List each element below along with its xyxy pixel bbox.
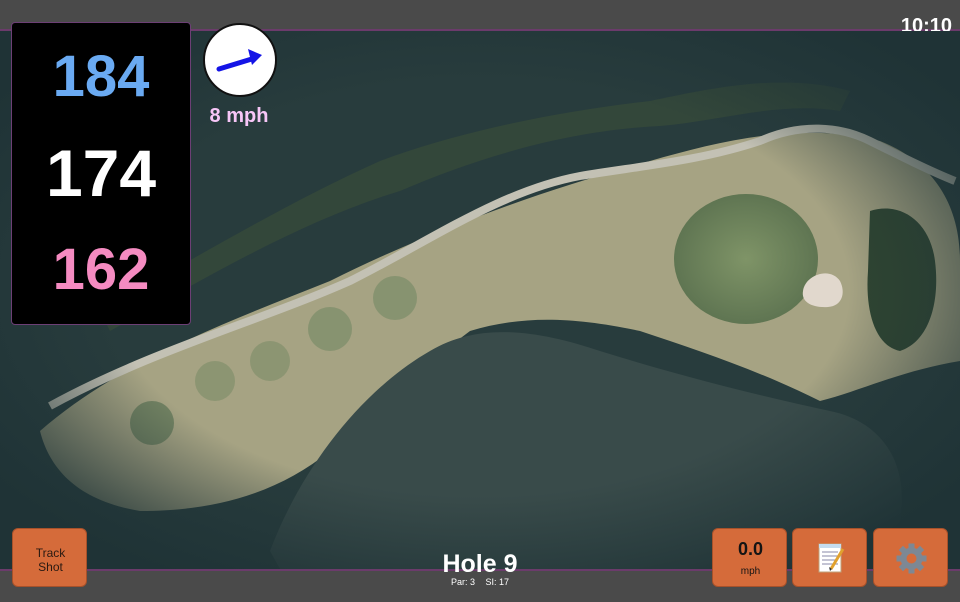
par-label: Par: 3	[450, 577, 475, 587]
track-shot-label-line1: Track	[35, 546, 66, 560]
wind-arrow-icon	[216, 49, 262, 72]
notepad-icon	[818, 543, 845, 573]
gear-icon	[896, 543, 927, 574]
wind-indicator	[203, 23, 277, 97]
track-shot-button[interactable]: Track Shot	[12, 528, 87, 587]
stroke-index-label: SI: 17	[485, 577, 510, 587]
speed-value: 0.0	[737, 539, 764, 559]
front-distance: 162	[52, 237, 150, 302]
hole-info: Par: 3 SI: 17	[400, 577, 560, 587]
track-shot-label-line2: Shot	[38, 560, 63, 574]
speed-unit: mph	[740, 566, 761, 577]
speed-button[interactable]: 0.0 mph	[712, 528, 787, 587]
wind-speed-label: 8 mph	[209, 105, 269, 127]
hole-title: Hole 9	[442, 550, 518, 578]
distance-panel: 184 174 162	[11, 22, 191, 325]
settings-button[interactable]	[873, 528, 948, 587]
middle-distance: 174	[45, 136, 157, 210]
notes-button[interactable]	[792, 528, 867, 587]
back-distance: 184	[52, 44, 150, 109]
